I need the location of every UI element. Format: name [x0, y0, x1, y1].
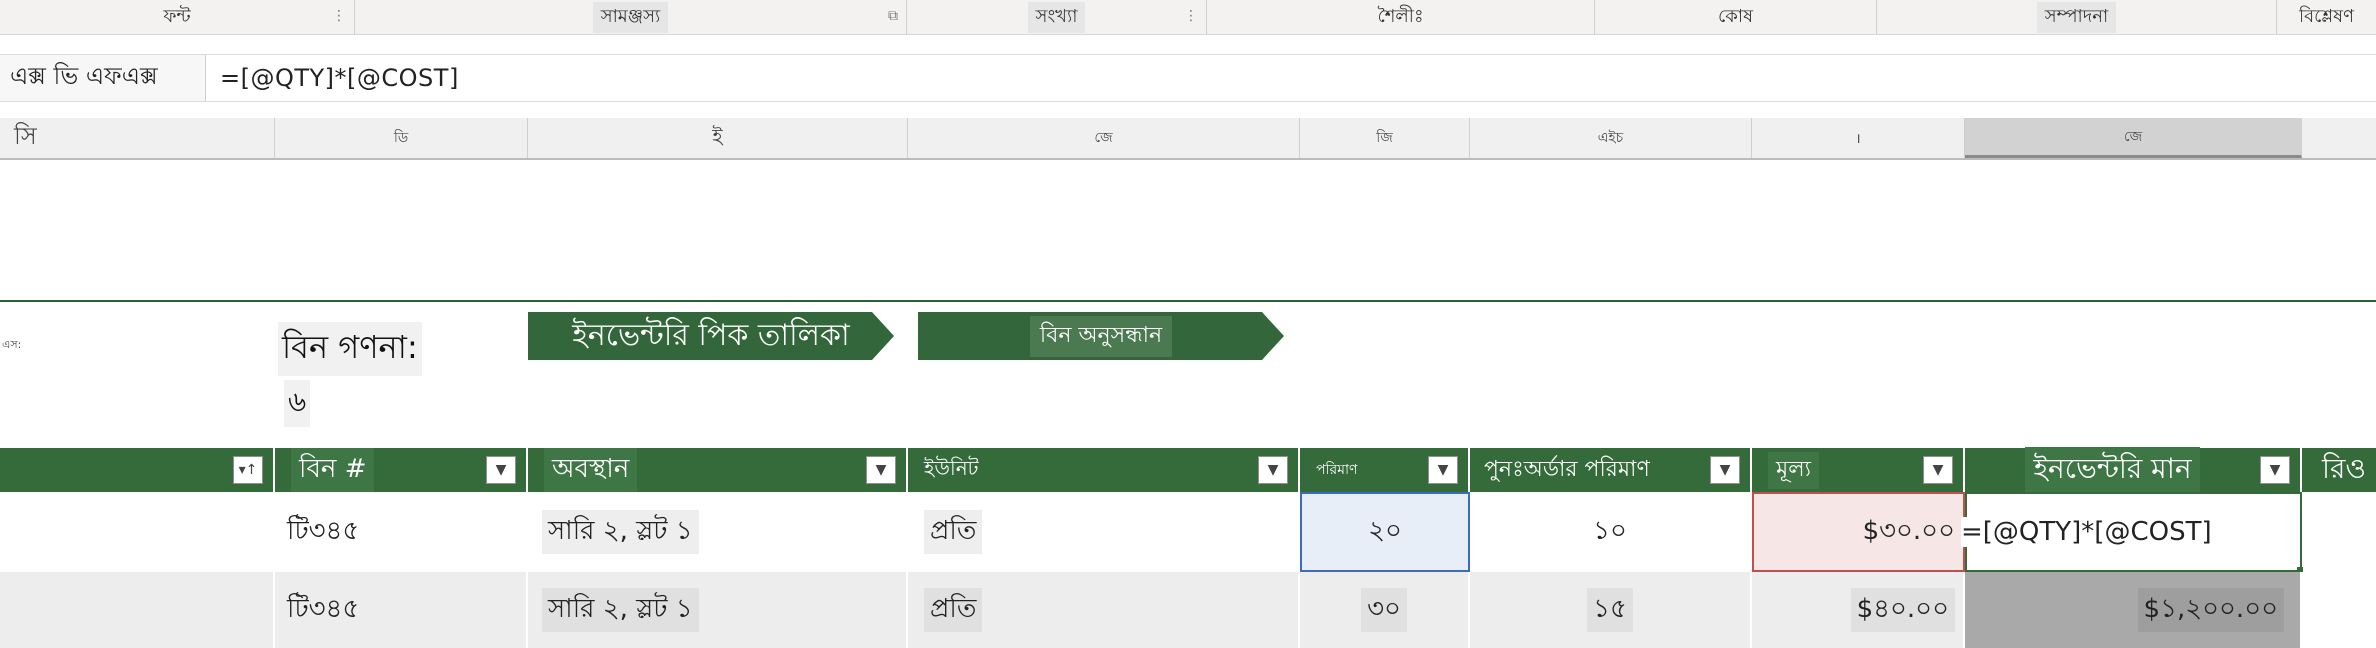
ribbon-group-number-label: সংখ্যা	[1027, 1, 1086, 33]
inventory-value-cell[interactable]: =[@QTY]*[@COST]	[1961, 492, 2303, 573]
cost-value: $৩০.০০	[1862, 516, 1955, 546]
reorder-cell[interactable]: ১৫	[1470, 572, 1752, 648]
unit-cell[interactable]: প্রতি	[908, 572, 1300, 648]
inventory-pick-list-button[interactable]: ইনভেন্টরি পিক তালিকা	[528, 312, 894, 360]
bin-cell[interactable]: টি৩৪৫	[275, 492, 528, 572]
ribbon-group-alignment-label: সামঞ্জস্য	[592, 1, 669, 33]
ribbon-group-analysis[interactable]: বিশ্লেষণ	[2277, 0, 2376, 34]
dialog-launcher-icon[interactable]: ⧉	[888, 8, 898, 24]
table-header-location-label: অবস্থান	[544, 448, 638, 492]
column-header-g[interactable]: জি	[1300, 118, 1470, 158]
reorder-flag-cell[interactable]	[2302, 572, 2376, 648]
filter-dropdown-icon[interactable]: ▼	[1710, 456, 1740, 484]
frozen-pane-divider	[0, 300, 2376, 302]
table-header-sort[interactable]: ▾↑	[0, 448, 275, 492]
reorder-value: ১০	[1593, 516, 1627, 546]
ribbon-group-styles[interactable]: শৈলীঃ	[1207, 0, 1595, 34]
table-header-row: ▾↑ বিন # ▼ অবস্থান ▼ ইউনিট ▼ পরিমাণ ▼ পু…	[0, 446, 2376, 494]
reorder-cell[interactable]: ১০	[1470, 492, 1752, 572]
table-header-reorder-flag[interactable]: রিও	[2302, 448, 2376, 492]
table-header-unit[interactable]: ইউনিট ▼	[908, 448, 1300, 492]
formula-input[interactable]: =[@QTY]*[@COST]	[220, 55, 459, 101]
bin-count-value: ৬	[284, 380, 311, 427]
column-header-d[interactable]: ডি	[275, 118, 528, 158]
table-row: টি৩৪৫ সারি ২, স্লট ১ প্রতি ২০ ১০ $৩০.০০ …	[0, 492, 2376, 573]
ribbon-group-cells[interactable]: কোষ	[1595, 0, 1877, 34]
table-header-cost-label: মূল্য	[1768, 451, 1819, 489]
cost-cell[interactable]: $৪০.০০	[1752, 572, 1965, 648]
row-blank-cell[interactable]	[0, 492, 275, 572]
table-header-unit-label: ইউনিট	[924, 455, 979, 480]
name-box[interactable]: এক্স ভি এফএক্স	[0, 55, 206, 101]
ribbon-group-styles-label: শৈলীঃ	[1377, 5, 1424, 27]
column-header-k[interactable]	[2302, 118, 2376, 158]
filter-dropdown-icon[interactable]: ▼	[2260, 456, 2290, 484]
qty-value: ২০	[1368, 516, 1402, 546]
filter-dropdown-icon[interactable]: ▼	[1428, 456, 1458, 484]
table-header-inventory-value-label: ইনভেন্টরি মান	[2025, 446, 2200, 494]
location-value: সারি ২, স্লট ১	[542, 510, 699, 554]
unit-value: প্রতি	[924, 510, 983, 554]
reorder-flag-cell[interactable]	[2302, 492, 2376, 572]
bin-search-label: বিন অনুসন্ধান	[1030, 316, 1172, 357]
cost-value: $৪০.০০	[1850, 588, 1955, 632]
filter-dropdown-icon[interactable]: ▼	[866, 456, 896, 484]
table-header-bin-label: বিন #	[291, 448, 375, 492]
column-header-h[interactable]: এইচ	[1470, 118, 1752, 158]
table-header-reorder-label: পুনঃঅর্ডার পরিমাণ	[1484, 456, 1650, 482]
ribbon-group-font[interactable]: ফন্ট ⋮	[0, 0, 355, 34]
cost-cell[interactable]: $৩০.০০	[1752, 492, 1965, 572]
table-header-reorder[interactable]: পুনঃঅর্ডার পরিমাণ ▼	[1470, 448, 1752, 492]
corner-label: এস:	[2, 338, 22, 351]
ribbon-group-alignment[interactable]: সামঞ্জস্য ⧉	[355, 0, 907, 34]
location-cell[interactable]: সারি ২, স্লট ১	[528, 492, 908, 572]
column-header-f[interactable]: জে	[908, 118, 1300, 158]
unit-value: প্রতি	[924, 588, 983, 632]
bin-value: টি৩৪৫	[287, 516, 360, 546]
qty-cell[interactable]: ৩০	[1300, 572, 1470, 648]
bin-cell[interactable]: টি৩৪৫	[275, 572, 528, 648]
column-header-i[interactable]: ।	[1752, 118, 1965, 158]
filter-dropdown-icon[interactable]: ▼	[1258, 456, 1288, 484]
ribbon-group-bar: ফন্ট ⋮ সামঞ্জস্য ⧉ সংখ্যা ⋮ শৈলীঃ কোষ সম…	[0, 0, 2376, 35]
location-value: সারি ২, স্লট ১	[542, 588, 699, 632]
sort-filter-icon[interactable]: ▾↑	[233, 456, 263, 484]
ribbon-group-editing[interactable]: সম্পাদনা	[1877, 0, 2277, 34]
row-blank-cell[interactable]	[0, 572, 275, 648]
column-header-row: সি ডি ই জে জি এইচ । জে	[0, 118, 2376, 160]
ribbon-group-editing-label: সম্পাদনা	[2036, 1, 2117, 33]
table-row: টি৩৪৫ সারি ২, স্লট ১ প্রতি ৩০ ১৫ $৪০.০০ …	[0, 572, 2376, 648]
reorder-value: ১৫	[1587, 588, 1633, 632]
column-header-e[interactable]: ই	[528, 118, 908, 158]
table-header-location[interactable]: অবস্থান ▼	[528, 448, 908, 492]
filter-dropdown-icon[interactable]: ▼	[1923, 456, 1953, 484]
ribbon-group-cells-label: কোষ	[1717, 5, 1754, 27]
inventory-value-formula: =[@QTY]*[@COST]	[1961, 517, 2212, 547]
bin-value: টি৩৪৫	[287, 594, 360, 624]
formula-bar: এক্স ভি এফএক্স =[@QTY]*[@COST]	[0, 54, 2376, 102]
table-header-bin[interactable]: বিন # ▼	[275, 448, 528, 492]
column-header-j[interactable]: জে	[1965, 118, 2302, 158]
table-header-cost[interactable]: মূল্য ▼	[1752, 448, 1965, 492]
ribbon-group-number[interactable]: সংখ্যা ⋮	[907, 0, 1207, 34]
inventory-value: $১,২০০.০০	[2137, 588, 2284, 632]
qty-value: ৩০	[1361, 588, 1407, 632]
table-header-reorder-flag-label: রিও	[2322, 451, 2367, 485]
column-header-c[interactable]: সি	[0, 118, 275, 158]
inventory-value-cell[interactable]: $১,২০০.০০	[1965, 572, 2302, 648]
unit-cell[interactable]: প্রতি	[908, 492, 1300, 572]
table-header-qty-label: পরিমাণ	[1316, 462, 1358, 478]
bin-count-label: বিন গণনা:	[278, 322, 422, 376]
filter-dropdown-icon[interactable]: ▼	[486, 456, 516, 484]
location-cell[interactable]: সারি ২, স্লট ১	[528, 572, 908, 648]
table-header-inventory-value[interactable]: ইনভেন্টরি মান ▼	[1965, 446, 2302, 494]
table-header-qty[interactable]: পরিমাণ ▼	[1300, 448, 1470, 492]
more-options-icon[interactable]: ⋮	[332, 8, 346, 24]
qty-cell[interactable]: ২০	[1300, 492, 1470, 572]
ribbon-group-analysis-label: বিশ্লেষণ	[2299, 5, 2354, 27]
ribbon-group-font-label: ফন্ট	[163, 5, 191, 27]
inventory-pick-list-label: ইনভেন্টরি পিক তালিকা	[572, 317, 850, 353]
bin-search-button[interactable]: বিন অনুসন্ধান	[918, 312, 1284, 360]
more-options-icon[interactable]: ⋮	[1184, 8, 1198, 24]
